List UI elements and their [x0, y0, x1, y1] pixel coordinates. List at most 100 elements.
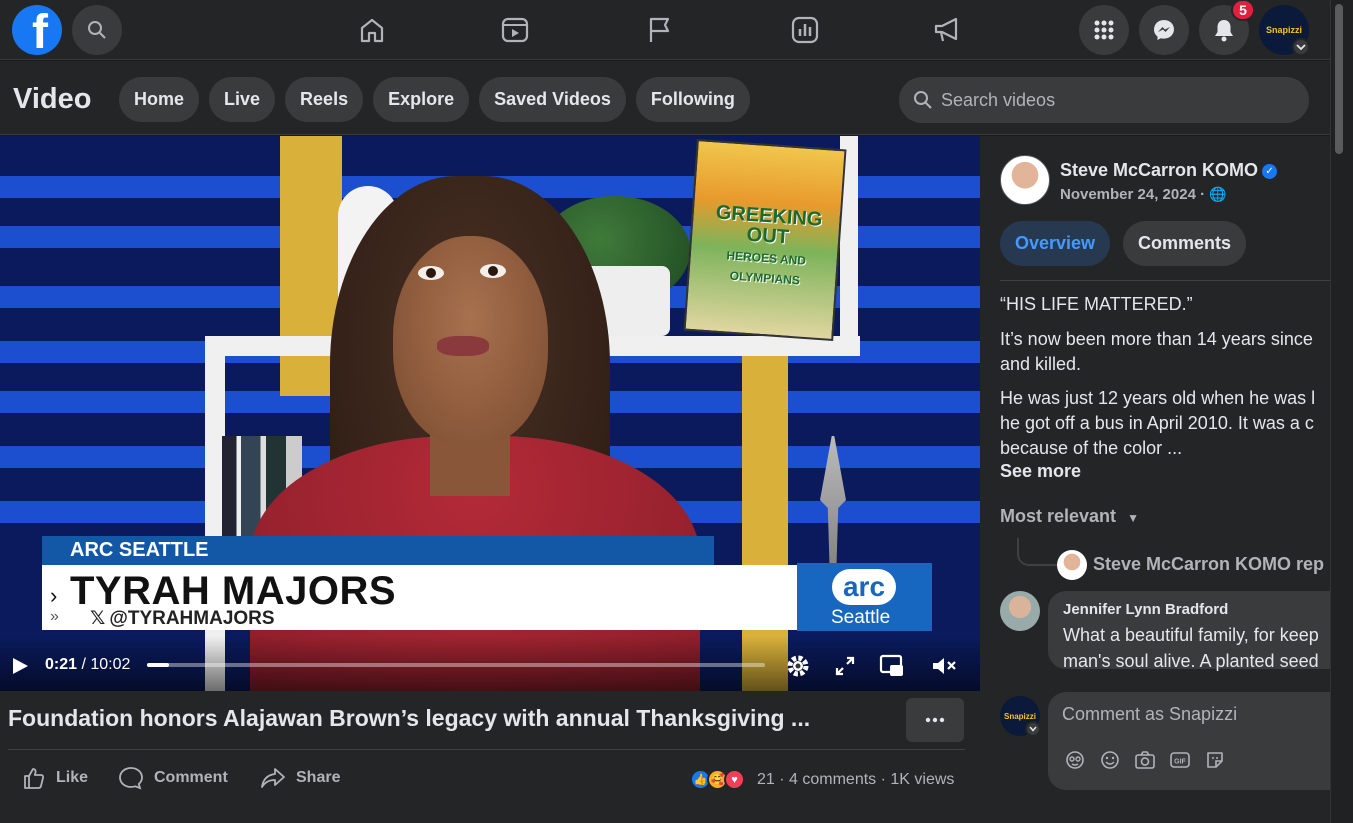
tab-reels[interactable]: Reels: [285, 77, 364, 122]
chart-icon[interactable]: [787, 12, 823, 48]
video-player[interactable]: GREEKING OUT HEROES AND OLYMPIANS ARC SEA…: [0, 136, 980, 691]
speaker-muted-icon: [933, 658, 956, 674]
post-stats: 21 · 4 comments · 1K views: [757, 771, 955, 788]
tab-comments[interactable]: Comments: [1123, 221, 1247, 266]
tab-overview[interactable]: Overview: [1000, 221, 1111, 266]
video-header: Video Home Live Reels Explore Saved Vide…: [0, 61, 1330, 135]
facebook-logo-icon[interactable]: f: [12, 5, 62, 55]
book-title: GREEKING OUT HEROES AND OLYMPIANS: [715, 201, 824, 288]
more-options-button[interactable]: [906, 698, 964, 742]
settings-button[interactable]: [784, 652, 812, 680]
flag-icon[interactable]: [641, 12, 677, 48]
expand-button[interactable]: [831, 652, 859, 680]
reply-thread-line: [1017, 538, 1057, 566]
commenter-name[interactable]: Jennifer Lynn Bradford: [1063, 601, 1228, 618]
gear-icon: [787, 655, 809, 677]
globe-icon: 🌐: [1209, 186, 1227, 202]
share-button[interactable]: Share: [260, 766, 340, 790]
scrollbar-thumb[interactable]: [1335, 4, 1343, 154]
grid-menu-icon: [1094, 20, 1114, 40]
messenger-button[interactable]: [1139, 5, 1189, 55]
svg-text:GIF: GIF: [1174, 759, 1186, 766]
views-count: 1K views: [890, 771, 955, 788]
thumbs-up-icon: [24, 768, 45, 789]
post-text-line: he got off a bus in April 2010. It was a…: [1000, 413, 1314, 433]
top-navigation-bar: f 5 Snapizzi: [0, 0, 1330, 60]
reaction-icons[interactable]: 👍 🥰 ♥: [690, 769, 745, 790]
avatar-sticker-icon[interactable]: [1064, 749, 1086, 771]
video-time: 0:21 / 10:02: [45, 656, 131, 673]
search-icon: [914, 91, 932, 109]
comment-button[interactable]: Comment: [118, 766, 228, 790]
bell-icon: [1215, 20, 1233, 42]
x-logo-icon: 𝕏: [90, 608, 106, 629]
post-text-line: because of the color ...: [1000, 438, 1183, 458]
page-title: Video: [13, 83, 92, 115]
see-more-link[interactable]: See more: [1000, 461, 1081, 482]
play-button[interactable]: [10, 656, 30, 681]
search-placeholder: Search videos: [941, 89, 1056, 110]
chevron-down-icon[interactable]: [1292, 38, 1310, 56]
menu-button[interactable]: [1079, 5, 1129, 55]
comment-input[interactable]: Comment as Snapizzi: [1062, 704, 1237, 725]
book-cover: GREEKING OUT HEROES AND OLYMPIANS: [683, 139, 847, 341]
tab-saved-videos[interactable]: Saved Videos: [479, 77, 626, 122]
search-icon: [88, 21, 106, 39]
video-title: Foundation honors Alajawan Brown’s legac…: [8, 705, 811, 731]
author-avatar[interactable]: [1000, 155, 1050, 205]
post-text-line: “HIS LIFE MATTERED.”: [1000, 294, 1193, 314]
presenter-handle: 𝕏 @TYRAHMAJORS: [90, 608, 275, 629]
tab-home[interactable]: Home: [119, 77, 200, 122]
reaction-count[interactable]: 21: [757, 771, 775, 788]
mute-button[interactable]: [931, 652, 959, 680]
picture-in-picture-button[interactable]: [878, 652, 906, 680]
search-videos-input[interactable]: Search videos: [899, 77, 1309, 123]
emoji-icon[interactable]: [1099, 749, 1121, 771]
home-icon[interactable]: [354, 12, 390, 48]
presenter-eye: [480, 264, 506, 278]
comment-sort-dropdown[interactable]: Most relevant ▼: [1000, 506, 1139, 527]
reply-summary[interactable]: Steve McCarron KOMO rep: [1093, 554, 1324, 575]
post-text-line: It’s now been more than 14 years since: [1000, 329, 1313, 349]
share-icon: [261, 768, 285, 788]
presenter-lips: [437, 336, 489, 356]
comments-count[interactable]: 4 comments: [789, 771, 876, 788]
arc-logo: arc: [832, 569, 896, 605]
love-reaction-icon: ♥: [724, 769, 745, 790]
like-button[interactable]: Like: [22, 766, 88, 790]
notification-badge: 5: [1231, 0, 1255, 21]
expand-icon: [835, 656, 855, 676]
presenter-eye: [418, 266, 444, 280]
chevron-right-icon: ›: [50, 583, 58, 608]
post-text-line: He was just 12 years old when he was l: [1000, 388, 1316, 408]
caret-down-icon: ▼: [1127, 511, 1139, 525]
play-icon: [13, 658, 28, 674]
megaphone-icon[interactable]: [930, 12, 966, 48]
arc-city: Seattle: [831, 607, 891, 628]
chevron-down-icon[interactable]: [1025, 721, 1041, 737]
post-text-line: and killed.: [1000, 354, 1082, 374]
sticker-icon[interactable]: [1204, 749, 1226, 771]
double-chevron-icon: »: [50, 608, 59, 625]
search-button[interactable]: [72, 5, 122, 55]
video-icon[interactable]: [497, 12, 533, 48]
divider: [1000, 280, 1330, 281]
more-horizontal-icon: [925, 717, 945, 723]
camera-icon[interactable]: [1134, 749, 1156, 771]
reply-avatar[interactable]: [1057, 550, 1087, 580]
progress-bar[interactable]: [147, 663, 765, 667]
tab-following[interactable]: Following: [635, 77, 750, 122]
pip-icon: [879, 654, 903, 676]
lower-third-label: ARC SEATTLE: [70, 539, 209, 561]
progress-fill: [147, 663, 169, 667]
tab-explore[interactable]: Explore: [373, 77, 470, 122]
author-name[interactable]: Steve McCarron KOMO ✓: [1060, 160, 1278, 181]
comment-icon: [119, 767, 143, 790]
tab-live[interactable]: Live: [209, 77, 276, 122]
messenger-icon: [1154, 20, 1174, 40]
divider: [8, 749, 965, 750]
verified-badge-icon: ✓: [1262, 163, 1278, 179]
post-date[interactable]: November 24, 2024 · 🌐: [1060, 186, 1227, 203]
commenter-avatar[interactable]: [1000, 591, 1040, 631]
gif-icon[interactable]: GIF: [1169, 749, 1191, 771]
